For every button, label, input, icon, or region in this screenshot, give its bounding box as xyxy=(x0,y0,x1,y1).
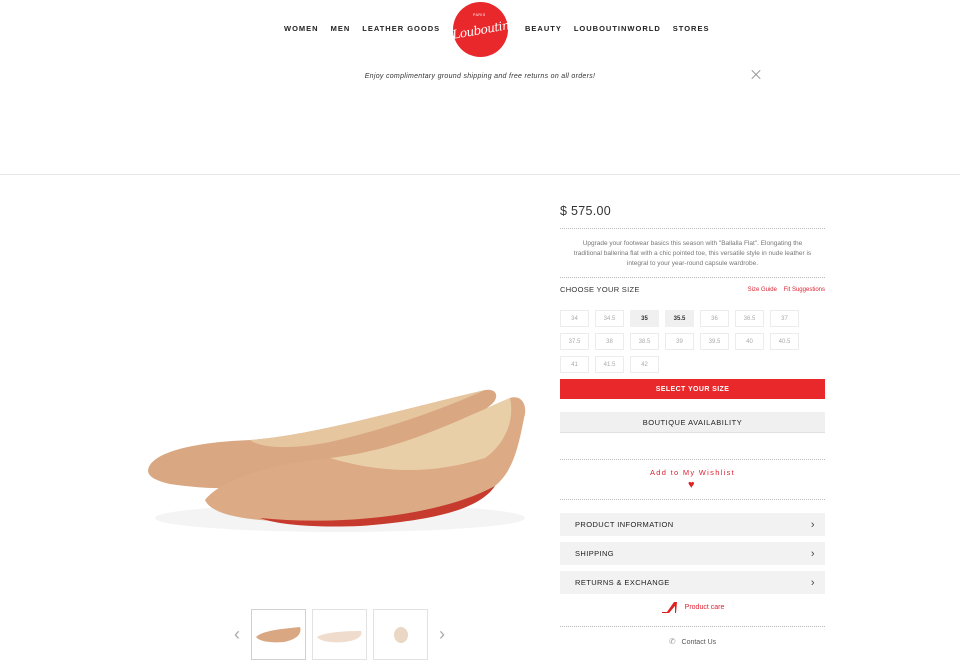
size-option[interactable]: 36.5 xyxy=(735,310,764,327)
nav-stores[interactable]: STORES xyxy=(673,24,710,33)
chevron-right-icon[interactable]: › xyxy=(431,610,453,660)
thumbnail-strip: ‹ › xyxy=(226,609,453,660)
accordion-product-information[interactable]: PRODUCT INFORMATION › xyxy=(560,513,825,536)
size-option[interactable]: 34 xyxy=(560,310,589,327)
accordion-label: PRODUCT INFORMATION xyxy=(575,520,674,529)
nav-louboutinworld[interactable]: LOUBOUTINWORLD xyxy=(574,24,661,33)
product-details: $ 575.00 Upgrade your footwear basics th… xyxy=(560,200,825,646)
product-price: $ 575.00 xyxy=(560,204,612,218)
product-accordion: PRODUCT INFORMATION › SHIPPING › RETURNS… xyxy=(560,499,825,594)
size-option[interactable]: 39 xyxy=(665,333,694,350)
contact-us-link[interactable]: ✆ Contact Us xyxy=(560,626,825,646)
phone-icon: ✆ xyxy=(668,637,676,646)
size-option[interactable]: 38 xyxy=(595,333,624,350)
size-option[interactable]: 41 xyxy=(560,356,589,373)
nav-women[interactable]: WOMEN xyxy=(284,24,319,33)
product-care-link[interactable]: Product care xyxy=(560,600,825,614)
product-description: Upgrade your footwear basics this season… xyxy=(560,228,825,269)
nav-men[interactable]: MEN xyxy=(331,24,351,33)
accordion-label: SHIPPING xyxy=(575,549,615,558)
size-grid: 34 34.5 35 35.5 36 36.5 37 37.5 38 38.5 39 39.5 40 40… xyxy=(560,310,825,373)
size-option[interactable]: 37 xyxy=(770,310,799,327)
product-image xyxy=(148,389,526,532)
size-option[interactable]: 39.5 xyxy=(700,333,729,350)
chevron-left-icon[interactable]: ‹ xyxy=(226,610,248,660)
product-care-label: Product care xyxy=(684,603,725,611)
nav-right-group: BEAUTY LOUBOUTINWORLD STORES xyxy=(525,24,721,33)
chevron-right-icon: › xyxy=(810,547,815,560)
thumbnail-shoe-image xyxy=(393,626,408,643)
thumbnail-2[interactable] xyxy=(312,609,367,660)
wishlist-section: Add to My Wishlist ♥ xyxy=(560,459,825,491)
size-guide-link[interactable]: Size Guide xyxy=(748,287,777,293)
promo-banner-text: Enjoy complimentary ground shipping and … xyxy=(364,73,596,80)
thumbnail-shoe-image xyxy=(255,626,300,642)
chevron-right-icon: › xyxy=(810,518,815,531)
size-option[interactable]: 38.5 xyxy=(630,333,659,350)
logo-script: Louboutin xyxy=(451,17,511,42)
heart-icon[interactable]: ♥ xyxy=(688,480,695,491)
close-icon[interactable] xyxy=(751,70,761,80)
logo-small-text: PARIS xyxy=(473,13,486,17)
size-option[interactable]: 37.5 xyxy=(560,333,589,350)
nav-left-group: WOMEN MEN LEATHER GOODS xyxy=(284,24,452,33)
boutique-availability-button[interactable]: BOUTIQUE AVAILABILITY xyxy=(560,412,825,433)
nav-leather-goods[interactable]: LEATHER GOODS xyxy=(362,24,440,33)
size-option[interactable]: 35.5 xyxy=(665,310,694,327)
louboutin-logo[interactable]: PARIS Louboutin xyxy=(451,2,511,57)
size-links: Size Guide Fit Suggestions xyxy=(743,287,825,293)
size-option[interactable]: 41.5 xyxy=(595,356,624,373)
accordion-shipping[interactable]: SHIPPING › xyxy=(560,542,825,565)
size-option[interactable]: 40.5 xyxy=(770,333,799,350)
chevron-right-icon: › xyxy=(810,576,815,589)
size-title: CHOOSE YOUR SIZE xyxy=(560,285,640,294)
nav-beauty[interactable]: BEAUTY xyxy=(525,24,562,33)
thumbnail-shoe-image xyxy=(316,630,361,642)
size-option[interactable]: 35 xyxy=(630,310,659,327)
size-option[interactable]: 40 xyxy=(735,333,764,350)
size-option[interactable]: 42 xyxy=(630,356,659,373)
heel-shoe-icon xyxy=(661,602,677,613)
accordion-label: RETURNS & EXCHANGE xyxy=(575,578,670,587)
fit-suggestions-link[interactable]: Fit Suggestions xyxy=(784,287,825,293)
size-header: CHOOSE YOUR SIZE Size Guide Fit Suggesti… xyxy=(560,277,825,294)
header-divider xyxy=(0,174,960,175)
size-option[interactable]: 36 xyxy=(700,310,729,327)
top-navigation: WOMEN MEN LEATHER GOODS PARIS Louboutin … xyxy=(0,0,960,60)
thumbnail-1[interactable] xyxy=(251,609,306,660)
thumbnail-3[interactable] xyxy=(373,609,428,660)
size-option[interactable]: 34.5 xyxy=(595,310,624,327)
add-to-wishlist-link[interactable]: Add to My Wishlist xyxy=(560,468,825,477)
select-size-button[interactable]: SELECT YOUR SIZE xyxy=(560,379,825,399)
contact-us-label: Contact Us xyxy=(681,639,717,646)
accordion-returns-exchange[interactable]: RETURNS & EXCHANGE › xyxy=(560,571,825,594)
